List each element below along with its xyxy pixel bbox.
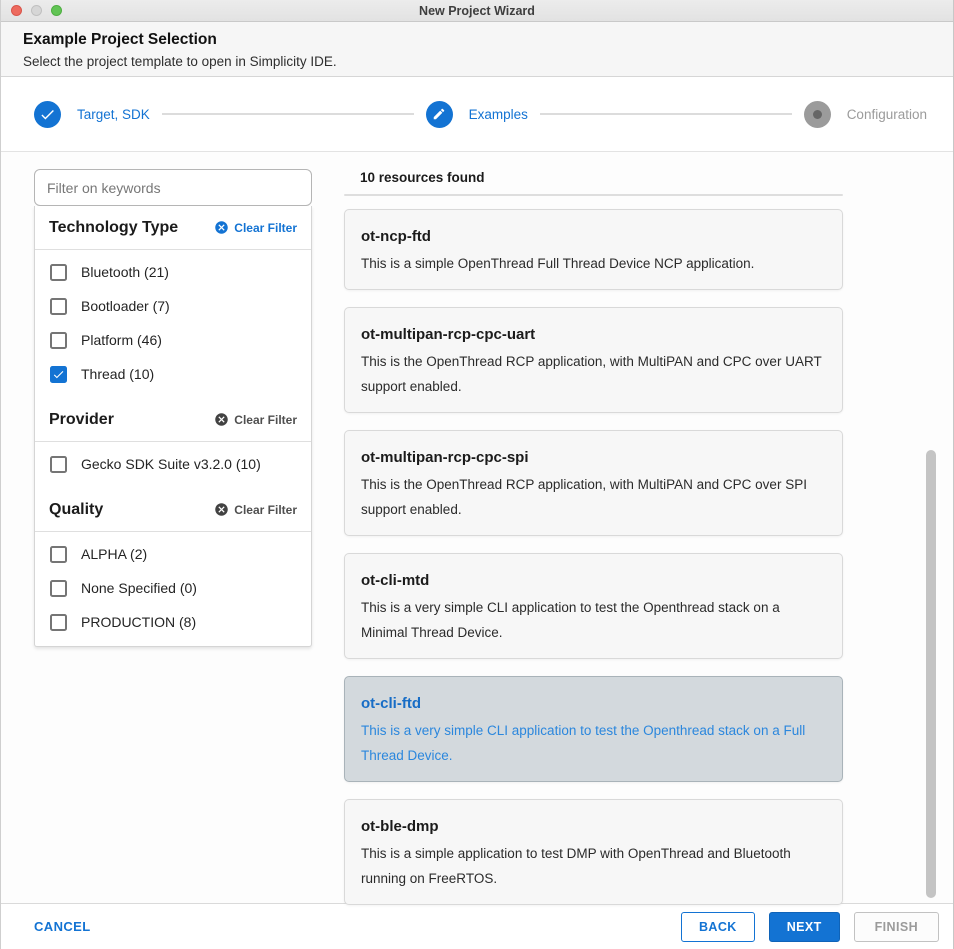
check-icon: [34, 101, 61, 128]
step-label: Configuration: [847, 107, 927, 122]
example-card[interactable]: ot-multipan-rcp-cpc-spi This is the Open…: [344, 430, 843, 536]
new-project-wizard-window: New Project Wizard Example Project Selec…: [0, 0, 954, 949]
clear-filter-icon: [214, 412, 229, 427]
filter-keywords-input[interactable]: [34, 169, 312, 206]
clear-filter-label: Clear Filter: [234, 413, 297, 427]
filter-option[interactable]: Bluetooth (21): [35, 255, 311, 289]
example-card-description: This is a simple application to test DMP…: [361, 841, 826, 891]
next-button[interactable]: NEXT: [769, 912, 840, 942]
example-card-title: ot-cli-mtd: [361, 572, 826, 590]
clear-filter-icon: [214, 220, 229, 235]
stepper-connector: [540, 113, 792, 115]
filter-section: Quality Clear Filter ALPHA (2) None Spec…: [35, 488, 311, 646]
filter-section-title: Quality: [49, 501, 103, 519]
step-label: Target, SDK: [77, 107, 150, 122]
example-card-description: This is a very simple CLI application to…: [361, 718, 826, 768]
results-count: 10 resources found: [344, 162, 843, 194]
window-title: New Project Wizard: [1, 4, 953, 18]
filter-option[interactable]: Bootloader (7): [35, 289, 311, 323]
clear-filter-button[interactable]: Clear Filter: [214, 220, 297, 235]
titlebar: New Project Wizard: [1, 0, 953, 22]
filter-section-title: Provider: [49, 411, 114, 429]
filter-section: Provider Clear Filter Gecko SDK Suite v3…: [35, 398, 311, 488]
filter-option[interactable]: Thread (10): [35, 357, 311, 391]
checkbox-icon[interactable]: [50, 456, 67, 473]
clear-filter-button[interactable]: Clear Filter: [214, 412, 297, 427]
filter-section: Technology Type Clear Filter Bluetooth (…: [35, 206, 311, 398]
filter-section-header: Technology Type Clear Filter: [35, 206, 311, 250]
stepper-connector: [162, 113, 414, 115]
page-title: Example Project Selection: [23, 31, 931, 49]
example-card-title: ot-multipan-rcp-cpc-spi: [361, 449, 826, 467]
example-card-title: ot-ncp-ftd: [361, 228, 826, 246]
filter-option[interactable]: Platform (46): [35, 323, 311, 357]
checkbox-icon[interactable]: [50, 298, 67, 315]
filter-section-title: Technology Type: [49, 219, 178, 237]
example-card-description: This is a very simple CLI application to…: [361, 595, 826, 645]
step-configuration[interactable]: Configuration: [804, 101, 927, 128]
results-list: 10 resources found ot-ncp-ftd This is a …: [344, 162, 843, 905]
clear-filter-label: Clear Filter: [234, 503, 297, 517]
example-card-title: ot-cli-ftd: [361, 695, 826, 713]
example-card[interactable]: ot-ncp-ftd This is a simple OpenThread F…: [344, 209, 843, 290]
example-card-title: ot-multipan-rcp-cpc-uart: [361, 326, 826, 344]
filter-options: Bluetooth (21) Bootloader (7) Platform (…: [35, 250, 311, 398]
filter-section-header: Provider Clear Filter: [35, 398, 311, 442]
example-card-description: This is the OpenThread RCP application, …: [361, 349, 826, 399]
filter-options: Gecko SDK Suite v3.2.0 (10): [35, 442, 311, 488]
example-card-description: This is a simple OpenThread Full Thread …: [361, 251, 826, 276]
filter-sidebar: Technology Type Clear Filter Bluetooth (…: [34, 169, 312, 647]
example-card-description: This is the OpenThread RCP application, …: [361, 472, 826, 522]
dot-icon: [804, 101, 831, 128]
step-target-sdk[interactable]: Target, SDK: [34, 101, 150, 128]
filter-option[interactable]: Gecko SDK Suite v3.2.0 (10): [35, 447, 311, 481]
filter-option-label: PRODUCTION (8): [81, 614, 196, 630]
clear-filter-button[interactable]: Clear Filter: [214, 502, 297, 517]
example-cards: ot-ncp-ftd This is a simple OpenThread F…: [344, 196, 843, 905]
filter-option-label: Bootloader (7): [81, 298, 170, 314]
filter-option-label: None Specified (0): [81, 580, 197, 596]
filter-option-label: ALPHA (2): [81, 546, 147, 562]
content-area: Technology Type Clear Filter Bluetooth (…: [1, 152, 953, 903]
filter-option[interactable]: None Specified (0): [35, 571, 311, 605]
scrollbar-thumb[interactable]: [926, 450, 936, 898]
example-card[interactable]: ot-cli-mtd This is a very simple CLI app…: [344, 553, 843, 659]
filter-section-header: Quality Clear Filter: [35, 488, 311, 532]
step-examples[interactable]: Examples: [426, 101, 528, 128]
checkbox-icon[interactable]: [50, 580, 67, 597]
example-card-title: ot-ble-dmp: [361, 818, 826, 836]
page-subtitle: Select the project template to open in S…: [23, 54, 931, 69]
finish-button[interactable]: FINISH: [854, 912, 939, 942]
checkbox-icon[interactable]: [50, 332, 67, 349]
filter-option-label: Gecko SDK Suite v3.2.0 (10): [81, 456, 261, 472]
checkbox-icon[interactable]: [50, 264, 67, 281]
filter-option-label: Bluetooth (21): [81, 264, 169, 280]
back-button[interactable]: BACK: [681, 912, 755, 942]
footer-buttons: BACK NEXT FINISH: [681, 912, 939, 942]
filter-option[interactable]: ALPHA (2): [35, 537, 311, 571]
checkbox-icon[interactable]: [50, 614, 67, 631]
filter-option[interactable]: PRODUCTION (8): [35, 605, 311, 639]
step-label: Examples: [469, 107, 528, 122]
cancel-button[interactable]: CANCEL: [34, 919, 91, 934]
checkbox-icon[interactable]: [50, 546, 67, 563]
filter-option-label: Platform (46): [81, 332, 162, 348]
filter-options: ALPHA (2) None Specified (0) PRODUCTION …: [35, 532, 311, 646]
pencil-icon: [426, 101, 453, 128]
example-card[interactable]: ot-cli-ftd This is a very simple CLI app…: [344, 676, 843, 782]
checkbox-icon[interactable]: [50, 366, 67, 383]
clear-filter-label: Clear Filter: [234, 221, 297, 235]
filter-panel: Technology Type Clear Filter Bluetooth (…: [34, 206, 312, 647]
example-card[interactable]: ot-ble-dmp This is a simple application …: [344, 799, 843, 905]
dialog-header: Example Project Selection Select the pro…: [1, 22, 953, 77]
filter-option-label: Thread (10): [81, 366, 154, 382]
clear-filter-icon: [214, 502, 229, 517]
dialog-footer: CANCEL BACK NEXT FINISH: [1, 903, 953, 949]
example-card[interactable]: ot-multipan-rcp-cpc-uart This is the Ope…: [344, 307, 843, 413]
wizard-stepper: Target, SDK Examples Configuration: [1, 77, 953, 152]
